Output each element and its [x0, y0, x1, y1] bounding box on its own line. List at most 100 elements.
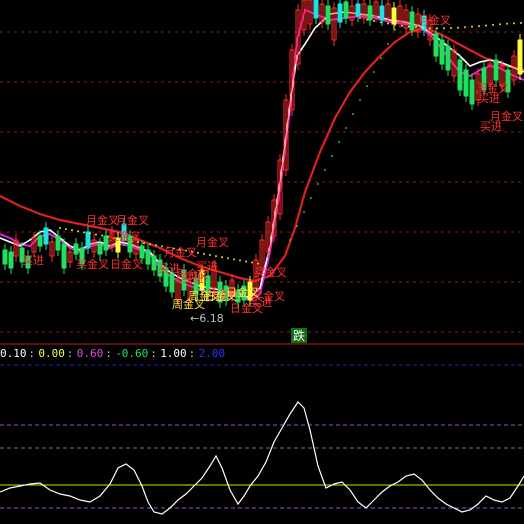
- guide-dot: [338, 141, 340, 143]
- candle-body: [43, 227, 49, 245]
- indicator-value: -0.60: [115, 347, 148, 360]
- guide-dot: [317, 183, 319, 185]
- low-price-label: ←6.18: [190, 312, 224, 325]
- guide-dot: [478, 25, 480, 28]
- guide-dot: [197, 251, 199, 254]
- signal-label: 月金叉: [116, 213, 149, 227]
- guide-dot: [209, 254, 211, 256]
- candle-body: [517, 39, 523, 75]
- guide-dot: [429, 27, 431, 30]
- indicator-separator: :: [189, 347, 196, 360]
- candle-body: [169, 273, 175, 293]
- guide-dot: [422, 26, 424, 29]
- guide-dot: [485, 24, 487, 27]
- guide-dot: [359, 17, 361, 19]
- candle-body: [145, 249, 151, 265]
- guide-dot: [296, 225, 298, 227]
- guide-dot: [345, 127, 347, 129]
- guide-dot: [303, 211, 305, 213]
- guide-dot: [203, 252, 205, 255]
- candle-body: [379, 5, 385, 21]
- candle-body: [151, 255, 157, 271]
- indicator-value: 1.00: [160, 347, 187, 360]
- indicator-separator: :: [67, 347, 74, 360]
- guide-dot: [520, 22, 522, 25]
- signal-label: 月金叉: [164, 245, 197, 259]
- guide-dot: [143, 242, 145, 245]
- signal-label: 月金叉: [196, 235, 229, 249]
- candle-body: [61, 243, 67, 269]
- guide-dot: [464, 26, 466, 29]
- guide-dot: [77, 230, 79, 233]
- candle-body: [457, 59, 463, 91]
- guide-dot: [227, 257, 229, 260]
- guide-dot: [471, 25, 473, 28]
- candle-body: [391, 7, 397, 25]
- indicator-grid: [0, 364, 524, 509]
- candle-body: [493, 59, 499, 81]
- guide-dot: [492, 23, 494, 26]
- signal-label: 买进: [182, 272, 204, 285]
- guide-dot: [513, 22, 515, 25]
- guide-dot: [499, 23, 501, 26]
- guide-dot: [161, 245, 163, 248]
- guide-dot: [394, 23, 396, 26]
- guide-dot: [443, 27, 445, 30]
- guide-dot: [101, 234, 103, 237]
- indicator-value: 0.10: [0, 347, 27, 360]
- signal-label: 日金叉: [226, 285, 259, 299]
- candle-body: [343, 1, 349, 19]
- guide-dot: [457, 26, 459, 29]
- indicator-header: 0.10:0.00:0.60: -0.60:1.00:2.00: [0, 347, 225, 360]
- signal-label: 月金叉: [86, 213, 119, 227]
- indicator-value: 2.00: [199, 347, 226, 360]
- guide-dot: [289, 239, 291, 241]
- guide-dot: [65, 228, 67, 231]
- guide-dot: [380, 21, 382, 24]
- candle-body: [367, 5, 373, 21]
- guide-dot: [233, 258, 235, 261]
- candle-body: [445, 45, 451, 71]
- candle-body: [439, 39, 445, 65]
- oscillator-line: [0, 401, 524, 515]
- guide-dot: [366, 18, 368, 21]
- guide-dot: [71, 229, 73, 232]
- guide-dot: [89, 232, 91, 235]
- guide-dot: [387, 22, 389, 25]
- signal-label: 买进: [22, 254, 44, 267]
- indicator-separator: :: [28, 347, 35, 360]
- signal-label: 月金叉: [490, 109, 523, 123]
- signal-label: 日金叉: [230, 301, 263, 315]
- guide-dot: [251, 261, 253, 264]
- guide-dot: [373, 71, 375, 73]
- signal-label: 买金叉: [108, 229, 141, 243]
- indicator-value: 0.60: [77, 347, 104, 360]
- guide-dot: [215, 255, 217, 258]
- candle-body: [55, 235, 61, 251]
- guide-dot: [401, 24, 403, 27]
- guide-dot: [450, 27, 452, 30]
- candle-body: [325, 5, 331, 25]
- guide-dot: [408, 25, 410, 28]
- signal-label: 周金叉: [188, 289, 221, 303]
- guide-dot: [415, 26, 417, 29]
- candle-body: [409, 11, 415, 31]
- signal-label: 买金叉: [76, 257, 109, 271]
- candle-body: [469, 79, 475, 105]
- candle-body: [337, 3, 343, 23]
- guide-dot: [257, 262, 259, 265]
- indicator-separator: :: [105, 347, 112, 360]
- guide-dot: [95, 233, 97, 236]
- guide-dot: [436, 27, 438, 30]
- guide-dot: [83, 231, 85, 234]
- guide-dot: [366, 85, 368, 87]
- candle-body: [8, 251, 14, 269]
- die-badge: 跌: [293, 328, 305, 343]
- candle-body: [97, 243, 103, 255]
- guide-dot: [380, 57, 382, 59]
- signal-label: 月金叉: [418, 13, 451, 27]
- guide-dot: [239, 259, 241, 262]
- candle-body: [2, 249, 8, 265]
- signal-label: 买金叉: [254, 265, 287, 279]
- candle-body: [139, 245, 145, 259]
